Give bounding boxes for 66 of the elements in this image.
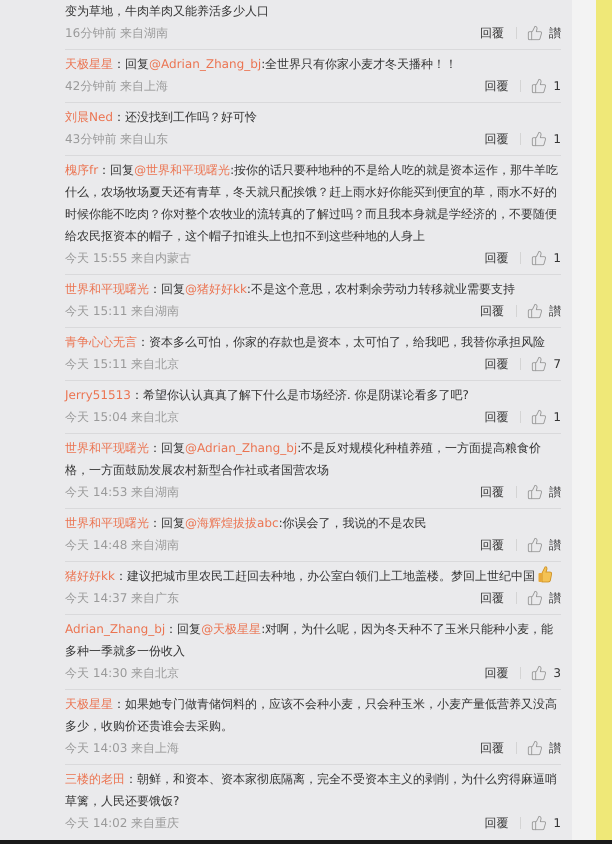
comment-text: 青争心心无言：资本多么可怕，你家的存款也是资本，太可怕了，给我吧，我替你承担风险 xyxy=(65,334,546,351)
like-button[interactable]: 1 xyxy=(531,250,561,266)
reply-button[interactable]: 回覆 xyxy=(484,78,508,94)
comment-time: 今天 15:11 来自北京 xyxy=(65,356,180,372)
reply-button[interactable]: 回覆 xyxy=(480,484,504,500)
comment-text: Adrian_Zhang_bj：回复@天极星星:对啊，为什么呢，因为冬天种不了玉米只能种小麦，能多种一季就多一份收入 xyxy=(65,621,554,660)
like-button[interactable]: 1 xyxy=(531,131,561,147)
comment-time: 今天 14:48 来自湖南 xyxy=(65,536,180,554)
reply-button[interactable]: 回覆 xyxy=(480,302,504,320)
comment-text: 世界和平现曙光：回复@猪好好kk:不是这个意思，农村剩余劳动力转移就业需要支持 xyxy=(65,281,516,298)
comment-time: 今天 15:04 来自北京 xyxy=(65,408,180,426)
like-button[interactable]: 3 xyxy=(531,665,561,681)
thumbs-up-icon xyxy=(531,409,548,425)
reply-button[interactable]: 回覆 xyxy=(480,536,504,554)
comment-time: 今天 15:11 来自湖南 xyxy=(65,302,180,320)
thumbs-up-icon xyxy=(527,537,543,553)
comment-text: 天极星星：回复@Adrian_Zhang_bj:全世界只有你家小麦才冬天播种！！ xyxy=(65,56,458,73)
reply-button[interactable]: 回覆 xyxy=(484,408,508,426)
comment-text: 天极星星：如果她专门做青储饲料的，应该不会种小麦，只会种玉米，小麦产量低营养又没高多少，收购价还贵谁会去采购。 xyxy=(65,696,558,735)
comment-text: 刘晨Ned：还没找到工作吗？好可怜 xyxy=(65,109,258,126)
reply-button[interactable]: 回覆 xyxy=(484,664,508,682)
thumbs-up-icon xyxy=(527,484,543,500)
comment-text: 三楼的老田：朝鲜，和资本、资本家彻底隔离，完全不受资本主义的剥削，为什么穷得麻逼哨草篱，人民还要饿饭? xyxy=(65,771,558,810)
like-button[interactable]: 1 xyxy=(531,78,561,94)
comment-time: 今天 15:55 来自内蒙古 xyxy=(65,250,192,266)
thumbs-up-icon xyxy=(527,25,543,41)
thumbs-up-icon xyxy=(531,131,548,147)
comment-time: 43分钟前 来自山东 xyxy=(65,130,170,148)
comment-text: 槐序fr：回复@世界和平现曙光:按你的话只要种地种的不是给人吃的就是资本运作，那牛羊吃什么，农场牧场夏天还有青草，冬天就只配挨饿？赶上雨水好你能买到便宜的草，雨水不好的时候你能不吃肉？你对整个农牧业的流转真的了解过吗？而且我本身就是学经济的，不要随便给农民抠资本的帽子，这个帽子扣谁头上也扣不到这些种地的人身上 xyxy=(65,162,560,245)
reply-button[interactable]: 回覆 xyxy=(484,356,508,372)
thumbs-up-emoji-icon xyxy=(536,565,553,583)
comment-time: 今天 14:53 来自湖南 xyxy=(65,484,180,500)
reply-button[interactable]: 回覆 xyxy=(480,740,504,756)
comment-time: 42分钟前 来自上海 xyxy=(65,78,170,94)
like-button[interactable]: 讃 xyxy=(527,740,561,756)
reply-button[interactable]: 回覆 xyxy=(484,814,508,832)
thumbs-up-icon xyxy=(531,250,548,266)
thumbs-up-icon xyxy=(531,78,548,94)
reply-button[interactable]: 回覆 xyxy=(484,130,508,148)
thumbs-up-icon xyxy=(527,303,543,319)
comment-time: 今天 14:02 来自重庆 xyxy=(65,814,180,832)
thumbs-up-icon xyxy=(531,815,548,831)
comment-time: 今天 14:03 来自上海 xyxy=(65,740,180,756)
like-button[interactable]: 1 xyxy=(531,815,561,831)
like-button[interactable]: 7 xyxy=(531,356,561,372)
thumbs-up-icon xyxy=(527,740,543,756)
like-button[interactable]: 讃 xyxy=(527,302,561,320)
comment-text: Jerry51513：希望你认认真真了解下什么是市场经济. 你是阴谋论看多了吧? xyxy=(65,387,470,404)
comment-time: 16分钟前 来自湖南 xyxy=(65,24,170,42)
like-button[interactable]: 讃 xyxy=(527,24,561,42)
thumbs-up-icon xyxy=(531,356,548,372)
like-button[interactable]: 讃 xyxy=(527,484,561,500)
reply-button[interactable]: 回覆 xyxy=(480,590,504,606)
like-button[interactable]: 讃 xyxy=(527,590,561,606)
thumbs-up-icon xyxy=(531,665,548,681)
comment-text: 猪好好kk：建议把城市里农民工赶回去种地，办公室白领们上工地盖楼。梦回上世纪中国 xyxy=(65,565,561,587)
like-button[interactable]: 讃 xyxy=(527,536,561,554)
comment-text: 世界和平现曙光：回复@Adrian_Zhang_bj:不是反对规模化种植养殖，一方面提高粮食价格，一方面鼓励发展农村新型合作社或者国营农场 xyxy=(65,440,542,479)
comment-text: 世界和平现曙光：回复@海辉煌拔拔abc:你误会了，我说的不是农民 xyxy=(65,515,428,532)
like-button[interactable]: 1 xyxy=(531,409,561,425)
comment-time: 今天 14:30 来自北京 xyxy=(65,664,180,682)
thumbs-up-icon xyxy=(527,590,543,606)
comment-text: 变为草地，牛肉羊肉又能养活多少人口 xyxy=(65,3,270,20)
reply-button[interactable]: 回覆 xyxy=(484,250,508,266)
reply-button[interactable]: 回覆 xyxy=(480,24,504,42)
comment-time: 今天 14:37 来自广东 xyxy=(65,590,180,606)
